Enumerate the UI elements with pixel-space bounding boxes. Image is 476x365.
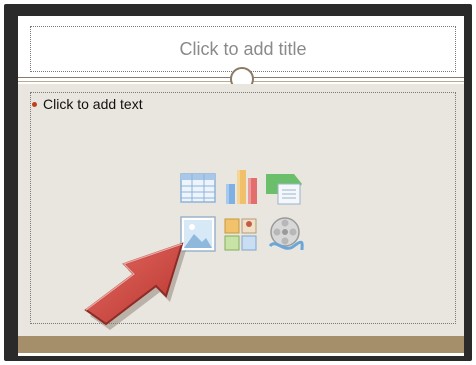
slide: Click to add title Click to add text: [18, 16, 464, 356]
bullet-icon: [32, 101, 37, 107]
insert-clipart-icon[interactable]: [224, 218, 258, 252]
insert-table-icon[interactable]: [180, 172, 216, 204]
body-placeholder-text: Click to add text: [43, 96, 143, 112]
bullet-row[interactable]: Click to add text: [32, 96, 143, 112]
insert-smartart-icon[interactable]: [264, 172, 304, 206]
footer-band: [18, 336, 464, 353]
pointer-arrow-icon: [84, 242, 186, 330]
insert-chart-icon[interactable]: [224, 166, 260, 206]
content-icons-group: [180, 170, 306, 254]
insert-media-icon[interactable]: [266, 216, 304, 254]
title-placeholder[interactable]: Click to add title: [30, 26, 456, 72]
